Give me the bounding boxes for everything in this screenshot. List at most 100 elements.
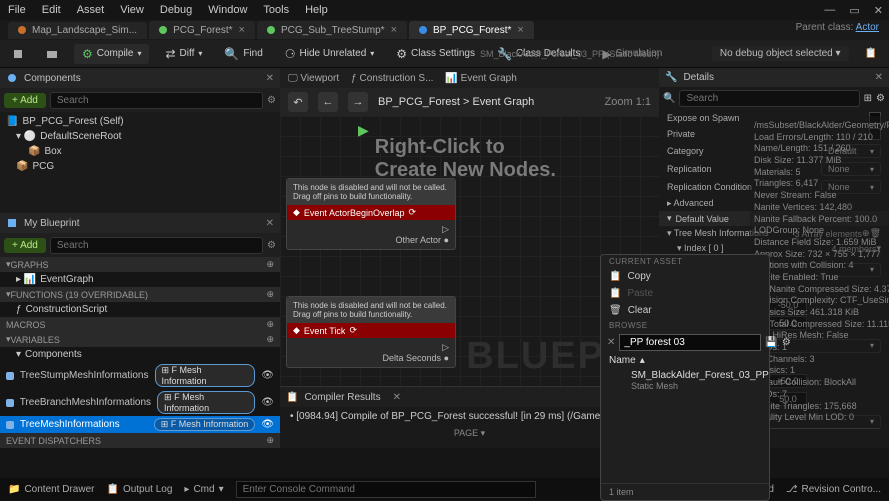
find-button[interactable]: 🔍Find bbox=[218, 44, 268, 64]
add-icon[interactable]: ⊕ bbox=[266, 319, 274, 330]
browse-button[interactable] bbox=[40, 45, 64, 63]
component-self[interactable]: 📘 BP_PCG_Forest (Self) bbox=[0, 114, 280, 129]
blueprint-icon bbox=[6, 217, 18, 229]
component-scene-root[interactable]: ▾ ⚪ DefaultSceneRoot bbox=[0, 129, 280, 144]
menu-debug[interactable]: Debug bbox=[160, 4, 192, 16]
menu-view[interactable]: View bbox=[120, 4, 144, 16]
content-drawer-button[interactable]: 📁 Content Drawer bbox=[8, 484, 94, 495]
panel-close-icon[interactable]: ✕ bbox=[875, 72, 883, 83]
add-icon[interactable]: ⊕ bbox=[266, 334, 274, 345]
var-tree-stump[interactable]: TreeStumpMeshInformations⊞ F Mesh Inform… bbox=[0, 362, 280, 389]
settings-icon[interactable]: ⚙ bbox=[267, 95, 276, 106]
nav-fwd-arrow[interactable]: → bbox=[348, 92, 368, 112]
var-type-pill[interactable]: ⊞ F Mesh Information bbox=[154, 418, 256, 431]
output-log-button[interactable]: 📋 Output Log bbox=[106, 484, 172, 495]
debug-object-dropdown[interactable]: No debug object selected ▾ bbox=[712, 46, 849, 61]
menu-window[interactable]: Window bbox=[208, 4, 247, 16]
compiler-icon: 📋 bbox=[286, 392, 298, 403]
search-result-item[interactable]: SM_BlackAlder_Forest_03_PPStatic Mesh bbox=[601, 368, 769, 393]
variables-section[interactable]: ▾ VARIABLES⊕ bbox=[0, 332, 280, 347]
macros-section[interactable]: MACROS⊕ bbox=[0, 317, 280, 332]
name-column-header[interactable]: Name ▴ bbox=[601, 353, 769, 368]
add-blueprint-button[interactable]: + Add bbox=[4, 238, 46, 253]
functions-section[interactable]: ▾ FUNCTIONS (19 OVERRIDABLE)⊕ bbox=[0, 287, 280, 302]
menu-file[interactable]: File bbox=[8, 4, 26, 16]
grid-icon[interactable]: ⊞ bbox=[864, 93, 872, 104]
var-type-pill[interactable]: ⊞ F Mesh Information bbox=[157, 391, 255, 414]
gear-icon[interactable]: ⚙ bbox=[876, 93, 885, 104]
tab-pcg-sub[interactable]: PCG_Sub_TreeStump*× bbox=[257, 21, 407, 39]
close-icon[interactable]: ✕ bbox=[874, 4, 883, 17]
node-actor-begin-overlap[interactable]: This node is disabled and will not be ca… bbox=[286, 178, 456, 250]
hide-unrelated-button[interactable]: ⚆Hide Unrelated ▾ bbox=[279, 44, 381, 64]
class-settings-button[interactable]: ⚙Class Settings bbox=[390, 44, 481, 64]
myblueprint-search[interactable] bbox=[50, 237, 263, 254]
var-type-pill[interactable]: ⊞ F Mesh Information bbox=[155, 364, 256, 387]
components-category[interactable]: ▾ Components bbox=[0, 347, 280, 362]
node-comment: This node is disabled and will not be ca… bbox=[287, 297, 455, 323]
ctx-copy[interactable]: 📋 Copy bbox=[601, 268, 769, 285]
ctx-clear[interactable]: 🗑 Clear bbox=[601, 302, 769, 319]
viewport-tab[interactable]: 🖵 Viewport bbox=[288, 73, 339, 84]
save-button[interactable] bbox=[6, 45, 30, 63]
details-search[interactable] bbox=[679, 90, 859, 107]
nav-back-arrow[interactable]: ← bbox=[318, 92, 338, 112]
center-tabs: 🖵 Viewport ƒ Construction S... 📊 Event G… bbox=[280, 68, 659, 88]
clear-search-icon[interactable]: ✕ bbox=[607, 337, 615, 348]
breadcrumb[interactable]: BP_PCG_Forest > Event Graph bbox=[378, 96, 534, 108]
tab-bp-pcg-forest[interactable]: BP_PCG_Forest*× bbox=[409, 21, 534, 39]
menu-tools[interactable]: Tools bbox=[263, 4, 289, 16]
tab-pcg-forest[interactable]: PCG_Forest*× bbox=[149, 21, 255, 39]
console-input[interactable] bbox=[236, 481, 536, 498]
compile-button[interactable]: ⚙Compile ▾ bbox=[74, 44, 149, 64]
component-pcg[interactable]: 📦 PCG bbox=[0, 159, 280, 174]
panel-close-icon[interactable]: ✕ bbox=[393, 392, 401, 403]
construction-script-item[interactable]: ƒ ConstructionScript bbox=[0, 302, 280, 317]
add-icon[interactable]: ⊕ bbox=[266, 259, 274, 270]
graphs-section[interactable]: ▾ GRAPHS⊕ bbox=[0, 257, 280, 272]
event-graph-tab[interactable]: 📊 Event Graph bbox=[445, 73, 516, 84]
panel-close-icon[interactable]: ✕ bbox=[266, 218, 274, 229]
asset-search-input[interactable] bbox=[619, 334, 761, 351]
result-count: 1 item bbox=[601, 483, 769, 500]
var-tree-branch[interactable]: TreeBranchMeshInformations⊞ F Mesh Infor… bbox=[0, 389, 280, 416]
tab-close-icon[interactable]: × bbox=[391, 24, 397, 36]
event-dispatchers-section[interactable]: EVENT DISPATCHERS⊕ bbox=[0, 433, 280, 448]
event-graph-item[interactable]: ▸ 📊 EventGraph bbox=[0, 272, 280, 287]
menu-edit[interactable]: Edit bbox=[42, 4, 61, 16]
node-body: ▷Delta Seconds ● bbox=[287, 338, 455, 367]
menu-asset[interactable]: Asset bbox=[77, 4, 105, 16]
blueprint-icon bbox=[419, 26, 427, 34]
save-icon[interactable]: 💾 bbox=[765, 337, 777, 348]
panel-close-icon[interactable]: ✕ bbox=[266, 73, 274, 84]
add-icon[interactable]: ⊕ bbox=[266, 435, 274, 446]
tab-map-landscape[interactable]: Map_Landscape_Sim... bbox=[8, 22, 147, 39]
cmd-button[interactable]: ▸ Cmd ▾ bbox=[184, 484, 223, 495]
maximize-icon[interactable]: ▭ bbox=[849, 4, 859, 17]
var-tree-mesh[interactable]: TreeMeshInformations⊞ F Mesh Information… bbox=[0, 416, 280, 433]
play-overlay-icon[interactable]: ▶ bbox=[358, 122, 369, 139]
components-search[interactable] bbox=[50, 92, 263, 109]
construction-tab[interactable]: ƒ Construction S... bbox=[351, 73, 433, 84]
document-tabbar: Map_Landscape_Sim... PCG_Forest*× PCG_Su… bbox=[0, 20, 889, 40]
diff-button[interactable]: ⇄Diff ▾ bbox=[159, 44, 208, 64]
tab-close-icon[interactable]: × bbox=[239, 24, 245, 36]
menu-help[interactable]: Help bbox=[305, 4, 328, 16]
node-event-tick[interactable]: This node is disabled and will not be ca… bbox=[286, 296, 456, 368]
minimize-icon[interactable]: — bbox=[824, 4, 835, 17]
visibility-icon[interactable]: 👁 bbox=[261, 397, 274, 408]
details-icon: 🔧 bbox=[665, 72, 677, 83]
parent-class-link[interactable]: Actor bbox=[856, 22, 879, 33]
visibility-icon[interactable]: 👁 bbox=[261, 419, 274, 430]
component-box[interactable]: 📦 Box bbox=[0, 144, 280, 159]
revision-control-button[interactable]: ⎇ Revision Contro... bbox=[786, 484, 881, 495]
tab-close-icon[interactable]: × bbox=[517, 24, 523, 36]
add-component-button[interactable]: + Add bbox=[4, 93, 46, 108]
settings-icon[interactable]: ⚙ bbox=[267, 240, 276, 251]
nav-back-button[interactable]: ↶ bbox=[288, 92, 308, 112]
debug-filter-button[interactable]: 📋 bbox=[859, 45, 883, 62]
visibility-icon[interactable]: 👁 bbox=[261, 370, 274, 381]
gear-icon[interactable]: ⚙ bbox=[782, 337, 791, 348]
folder-icon bbox=[46, 48, 58, 60]
add-icon[interactable]: ⊕ bbox=[266, 289, 274, 300]
